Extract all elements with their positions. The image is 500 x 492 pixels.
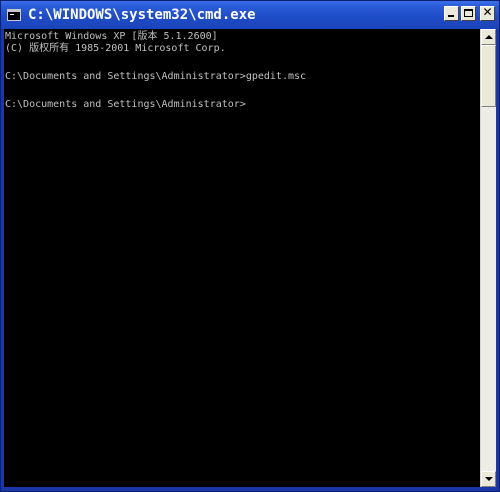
vertical-scrollbar[interactable] <box>480 29 496 487</box>
scrollbar-thumb[interactable] <box>481 45 496 107</box>
console-output[interactable]: Microsoft Windows XP [版本 5.1.2600] (C) 版… <box>4 29 480 487</box>
console-prompt: C:\Documents and Settings\Administrator> <box>5 99 246 110</box>
maximize-icon <box>464 9 473 17</box>
window-title: C:\WINDOWS\system32\cmd.exe <box>28 7 256 23</box>
arrow-down-icon <box>485 477 493 481</box>
minimize-button[interactable] <box>444 6 459 21</box>
minimize-icon <box>448 15 454 17</box>
scroll-up-button[interactable] <box>481 29 496 45</box>
window-frame-bottom <box>1 487 499 491</box>
window-controls: ✕ <box>444 5 495 21</box>
scroll-down-button[interactable] <box>481 471 496 487</box>
close-button[interactable]: ✕ <box>480 5 495 21</box>
maximize-button[interactable] <box>461 6 476 21</box>
arrow-up-icon <box>485 35 493 39</box>
console-line: (C) 版权所有 1985-2001 Microsoft Corp. <box>5 43 226 54</box>
console-line: C:\Documents and Settings\Administrator>… <box>5 71 307 82</box>
console-line: Microsoft Windows XP [版本 5.1.2600] <box>5 31 218 42</box>
cmd-icon[interactable] <box>7 9 21 21</box>
console-window: C:\WINDOWS\system32\cmd.exe ✕ Microsoft … <box>0 0 500 492</box>
title-bar[interactable]: C:\WINDOWS\system32\cmd.exe ✕ <box>1 1 499 29</box>
close-icon: ✕ <box>482 5 493 19</box>
